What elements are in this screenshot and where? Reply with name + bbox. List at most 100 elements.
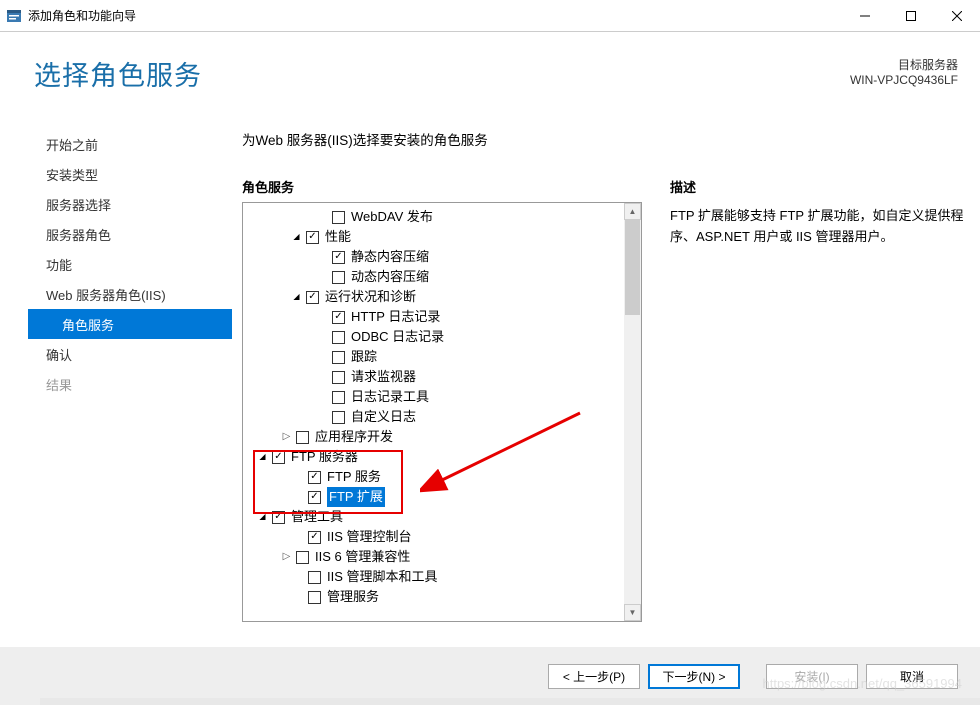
collapse-icon[interactable]: ◢ <box>291 229 302 245</box>
checkbox[interactable] <box>306 231 319 244</box>
role-services-column: 角色服务 WebDAV 发布◢性能 静态内容压缩 动态内容压缩◢运行状况和诊断 … <box>232 177 652 622</box>
tree-scrollbar[interactable]: ▲ ▼ <box>624 203 641 621</box>
tree-node[interactable]: HTTP 日志记录 <box>245 307 639 327</box>
tree-node-label[interactable]: 运行状况和诊断 <box>325 287 416 307</box>
sidebar-step-3[interactable]: 服务器角色 <box>34 219 232 249</box>
tree-node-label[interactable]: FTP 扩展 <box>327 487 385 507</box>
description-text: FTP 扩展能够支持 FTP 扩展功能，如自定义提供程序、ASP.NET 用户或… <box>670 202 968 248</box>
checkbox[interactable] <box>308 471 321 484</box>
role-services-tree: WebDAV 发布 ◢ 性能 静态内容压缩 动态内容压缩 ◢ 运行状况和诊断 HTTP … <box>242 202 642 622</box>
collapse-icon[interactable]: ◢ <box>257 509 268 525</box>
expand-icon[interactable]: ▷ <box>281 549 292 565</box>
previous-button[interactable]: < 上一步(P) <box>548 664 640 689</box>
wizard-steps-sidebar: 开始之前安装类型服务器选择服务器角色功能Web 服务器角色(IIS)角色服务确认… <box>0 129 232 622</box>
tree-node-label[interactable]: FTP 服务器 <box>291 447 358 467</box>
tree-node-label[interactable]: IIS 管理控制台 <box>327 527 412 547</box>
checkbox[interactable] <box>332 371 345 384</box>
sidebar-step-1[interactable]: 安装类型 <box>34 159 232 189</box>
checkbox[interactable] <box>332 351 345 364</box>
tree-node[interactable]: ODBC 日志记录 <box>245 327 639 347</box>
close-button[interactable] <box>934 1 980 31</box>
expand-icon[interactable]: ▷ <box>281 429 292 445</box>
tree-node[interactable]: ◢ 运行状况和诊断 <box>245 287 639 307</box>
tree-node[interactable]: 静态内容压缩 <box>245 247 639 267</box>
bottom-strip <box>40 698 980 705</box>
tree-node[interactable]: IIS 管理控制台 <box>245 527 639 547</box>
tree-node[interactable]: ◢ FTP 服务器 <box>245 447 639 467</box>
collapse-icon[interactable]: ◢ <box>291 289 302 305</box>
cancel-button[interactable]: 取消 <box>866 664 958 689</box>
tree-node-label[interactable]: 应用程序开发 <box>315 427 393 447</box>
scroll-thumb[interactable] <box>625 220 640 315</box>
tree-node-label[interactable]: 请求监视器 <box>351 367 416 387</box>
sidebar-step-8: 结果 <box>34 369 232 399</box>
tree-node-label[interactable]: 管理服务 <box>327 587 379 607</box>
checkbox[interactable] <box>308 591 321 604</box>
tree-node-label[interactable]: 日志记录工具 <box>351 387 429 407</box>
target-server-info: 目标服务器 WIN-VPJCQ9436LF <box>850 54 960 87</box>
sidebar-step-7[interactable]: 确认 <box>34 339 232 369</box>
tree-node-label[interactable]: ODBC 日志记录 <box>351 327 444 347</box>
maximize-button[interactable] <box>888 1 934 31</box>
checkbox[interactable] <box>308 491 321 504</box>
tree-node[interactable]: ▷ IIS 6 管理兼容性 <box>245 547 639 567</box>
tree-node-label[interactable]: IIS 管理脚本和工具 <box>327 567 438 587</box>
tree-node-label[interactable]: HTTP 日志记录 <box>351 307 440 327</box>
tree-node[interactable]: 跟踪 <box>245 347 639 367</box>
tree-node[interactable]: IIS 管理脚本和工具 <box>245 567 639 587</box>
tree-node[interactable]: 自定义日志 <box>245 407 639 427</box>
tree-node[interactable]: ◢ 管理工具 <box>245 507 639 527</box>
sidebar-step-2[interactable]: 服务器选择 <box>34 189 232 219</box>
checkbox[interactable] <box>332 331 345 344</box>
next-button[interactable]: 下一步(N) > <box>648 664 740 689</box>
tree-node[interactable]: ▷ 应用程序开发 <box>245 427 639 447</box>
checkbox[interactable] <box>296 431 309 444</box>
checkbox[interactable] <box>306 291 319 304</box>
install-button[interactable]: 安装(I) <box>766 664 858 689</box>
tree-node[interactable]: 动态内容压缩 <box>245 267 639 287</box>
checkbox[interactable] <box>308 571 321 584</box>
checkbox[interactable] <box>272 451 285 464</box>
tree-node-label[interactable]: IIS 6 管理兼容性 <box>315 547 410 567</box>
scroll-up-arrow[interactable]: ▲ <box>624 203 641 220</box>
sidebar-step-0[interactable]: 开始之前 <box>34 129 232 159</box>
checkbox[interactable] <box>332 391 345 404</box>
tree-node-label[interactable]: 性能 <box>325 227 351 247</box>
tree-node-label[interactable]: 动态内容压缩 <box>351 267 429 287</box>
tree-node-label[interactable]: WebDAV 发布 <box>351 207 433 227</box>
tree-node[interactable]: 管理服务 <box>245 587 639 607</box>
tree-node-label[interactable]: 管理工具 <box>291 507 343 527</box>
checkbox[interactable] <box>296 551 309 564</box>
minimize-button[interactable] <box>842 1 888 31</box>
checkbox[interactable] <box>332 411 345 424</box>
main-content: 为Web 服务器(IIS)选择要安装的角色服务 角色服务 WebDAV 发布◢性… <box>232 129 980 622</box>
tree-node-label[interactable]: 跟踪 <box>351 347 377 367</box>
expander-spacer <box>317 329 328 345</box>
sidebar-step-5[interactable]: Web 服务器角色(IIS) <box>34 279 232 309</box>
server-name: WIN-VPJCQ9436LF <box>850 73 958 87</box>
tree-node-label[interactable]: FTP 服务 <box>327 467 381 487</box>
header: 选择角色服务 目标服务器 WIN-VPJCQ9436LF <box>0 32 980 93</box>
expander-spacer <box>293 469 304 485</box>
tree-node[interactable]: ◢ 性能 <box>245 227 639 247</box>
wizard-footer: < 上一步(P) 下一步(N) > 安装(I) 取消 <box>0 647 980 705</box>
scroll-down-arrow[interactable]: ▼ <box>624 604 641 621</box>
sidebar-step-4[interactable]: 功能 <box>34 249 232 279</box>
tree-node-label[interactable]: 静态内容压缩 <box>351 247 429 267</box>
tree-node[interactable]: WebDAV 发布 <box>245 207 639 227</box>
checkbox[interactable] <box>332 211 345 224</box>
expander-spacer <box>317 249 328 265</box>
tree-node[interactable]: FTP 扩展 <box>245 487 639 507</box>
tree-node[interactable]: 日志记录工具 <box>245 387 639 407</box>
checkbox[interactable] <box>308 531 321 544</box>
expander-spacer <box>317 269 328 285</box>
tree-node[interactable]: FTP 服务 <box>245 467 639 487</box>
tree-node[interactable]: 请求监视器 <box>245 367 639 387</box>
checkbox[interactable] <box>272 511 285 524</box>
checkbox[interactable] <box>332 251 345 264</box>
collapse-icon[interactable]: ◢ <box>257 449 268 465</box>
sidebar-step-6[interactable]: 角色服务 <box>28 309 232 339</box>
tree-node-label[interactable]: 自定义日志 <box>351 407 416 427</box>
checkbox[interactable] <box>332 311 345 324</box>
checkbox[interactable] <box>332 271 345 284</box>
